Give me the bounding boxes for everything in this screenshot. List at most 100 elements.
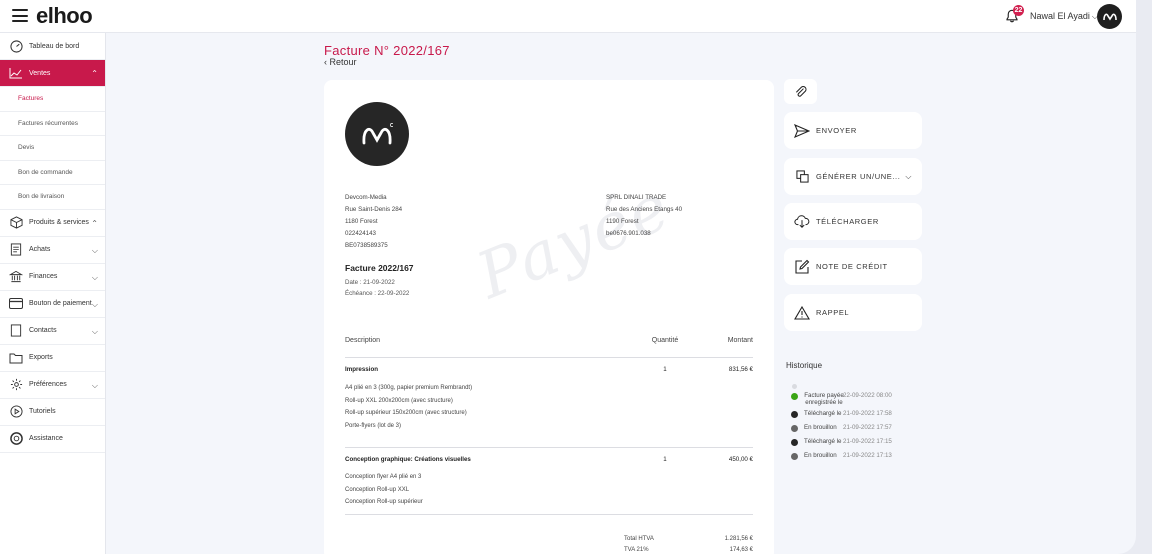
- chart-line-icon: [9, 66, 23, 80]
- app-logo[interactable]: elhoo: [36, 3, 93, 29]
- sidebar-item-contacts[interactable]: Contacts ⌵: [0, 318, 105, 345]
- sidebar-item-label: Finances: [29, 273, 58, 280]
- user-menu[interactable]: Nawal El Ayadi ⌵: [1030, 11, 1098, 22]
- sidebar-item-products[interactable]: Produits & services ⌃: [0, 210, 105, 237]
- generate-button[interactable]: GÉNÉRER UN/UNE... ⌵: [784, 158, 922, 195]
- line-detail: Roll-up XXL 200x200cm (avec structure): [345, 397, 453, 404]
- download-button[interactable]: TÉLÉCHARGER: [784, 203, 922, 240]
- column-description: Description: [345, 337, 381, 344]
- invoice-date: Date : 21-09-2022: [345, 279, 395, 286]
- invoice-due-date: Échéance : 22-09-2022: [345, 290, 410, 297]
- sidebar-item-preferences[interactable]: Préférences ⌵: [0, 372, 105, 399]
- status-dot: [791, 425, 798, 432]
- line-detail: Conception flyer A4 plié en 3: [345, 474, 422, 480]
- sidebar-item-tutorials[interactable]: Tutoriels: [0, 399, 105, 426]
- seller-street: Rue Saint-Denis 284: [345, 206, 403, 213]
- sidebar-subitem-delivery-notes[interactable]: Bon de livraison: [0, 185, 105, 210]
- chevron-down-icon: ⌵: [91, 326, 98, 336]
- sidebar-subitem-purchase-orders[interactable]: Bon de commande: [0, 161, 105, 185]
- generate-label: GÉNÉRER UN/UNE...: [816, 172, 901, 181]
- sidebar-item-payment-button[interactable]: Bouton de paiement ⌵: [0, 291, 105, 318]
- line-detail: Porte-flyers (lot de 3): [345, 422, 402, 429]
- brand-mark-icon: [362, 123, 393, 145]
- sidebar-item-sales[interactable]: Ventes ⌃: [0, 60, 105, 87]
- divider: [345, 514, 753, 515]
- page-title: Facture N° 2022/167: [324, 43, 450, 58]
- chevron-down-icon: ⌵: [91, 272, 98, 282]
- sidebar-item-assistance[interactable]: Assistance: [0, 426, 105, 453]
- sidebar-item-label: Préférences: [29, 381, 67, 388]
- status-dot: [791, 453, 798, 460]
- sidebar-item-exports[interactable]: Exports: [0, 345, 105, 372]
- divider: [345, 447, 753, 448]
- line-detail: A4 plié en 3 (300g, papier premium Rembr…: [345, 385, 473, 391]
- sidebar-item-label: Tutoriels: [29, 408, 56, 415]
- line-details: A4 plié en 3 (300g, papier premium Rembr…: [345, 382, 472, 432]
- column-amount: Montant: [727, 337, 753, 344]
- warning-icon: [794, 305, 810, 321]
- user-name: Nawal El Ayadi: [1030, 11, 1090, 21]
- sidebar-item-finances[interactable]: Finances ⌵: [0, 264, 105, 291]
- chevron-down-icon: ⌵: [91, 299, 98, 309]
- seller-name: Devcom-Media: [345, 194, 387, 201]
- sidebar-item-purchases[interactable]: Achats ⌵: [0, 237, 105, 264]
- sidebar-item-label: Contacts: [29, 327, 57, 334]
- back-label: Retour: [329, 57, 357, 67]
- credit-note-button[interactable]: NOTE DE CRÉDIT: [784, 248, 922, 285]
- buyer-street: Rue des Anciens Etangs 40: [606, 206, 683, 213]
- lifebuoy-icon: [9, 432, 23, 446]
- credit-note-label: NOTE DE CRÉDIT: [816, 262, 888, 271]
- menu-icon[interactable]: [12, 9, 28, 22]
- seller-address: Devcom-Media Rue Saint-Denis 284 1180 Fo…: [345, 192, 402, 252]
- history-datetime: 21-09-2022 17:13: [843, 452, 892, 459]
- notification-badge: 22: [1013, 5, 1024, 16]
- chevron-down-icon: ⌵: [905, 172, 912, 181]
- seller-phone: 022424143: [345, 230, 376, 237]
- gear-icon: [9, 378, 23, 392]
- sidebar-item-dashboard[interactable]: Tableau de bord: [0, 33, 105, 60]
- sidebar-subitem-invoices[interactable]: Factures: [0, 87, 105, 112]
- send-button[interactable]: ENVOYER: [784, 112, 922, 149]
- sidebar-item-label: Bouton de paiement: [29, 300, 92, 307]
- history-label: Facture payée enregistrée le: [804, 392, 844, 406]
- total-label: Total HTVA: [624, 536, 654, 542]
- sidebar-item-label: Produits & services: [29, 219, 89, 226]
- sidebar-item-label: Assistance: [29, 435, 63, 442]
- status-dot: [791, 439, 798, 446]
- send-icon: [794, 123, 810, 139]
- sidebar-subitem-quotes[interactable]: Devis: [0, 136, 105, 161]
- chevron-up-icon: ⌃: [91, 218, 98, 228]
- reminder-button[interactable]: RAPPEL: [784, 294, 922, 331]
- line-quantity: 1: [663, 456, 667, 463]
- line-detail: Conception Roll-up XXL: [345, 486, 410, 493]
- attachment-button[interactable]: [784, 79, 817, 104]
- box-icon: [9, 216, 23, 230]
- line-detail: Conception Roll-up supérieur: [345, 499, 423, 505]
- line-amount: 450,00 €: [728, 456, 753, 463]
- seller-vat: BE0738589375: [345, 242, 388, 249]
- folder-icon: [9, 351, 23, 365]
- avatar[interactable]: [1097, 4, 1122, 29]
- line-details: Conception flyer A4 plié en 3 Conception…: [345, 471, 423, 509]
- sidebar: Tableau de bord Ventes ⌃ Factures Factur…: [0, 33, 106, 554]
- download-label: TÉLÉCHARGER: [816, 217, 879, 226]
- sidebar-subitem-recurring-invoices[interactable]: Factures récurrentes: [0, 112, 105, 136]
- edit-icon: [794, 259, 810, 275]
- total-label: TVA 21%: [624, 547, 649, 553]
- gauge-icon: [9, 39, 23, 53]
- card-icon: [9, 297, 23, 311]
- status-dot: [791, 411, 798, 418]
- buyer-city: 1190 Forest: [606, 218, 639, 225]
- back-link[interactable]: ‹ Retour: [324, 57, 357, 67]
- invoice-title: Facture 2022/167: [345, 263, 414, 273]
- invoice-preview: Payée Devcom-Media Rue Saint-Denis 284 1…: [324, 80, 774, 554]
- history-datetime: 22-09-2022 08:00: [843, 392, 892, 399]
- sidebar-item-label: Tableau de bord: [29, 42, 80, 50]
- reminder-label: RAPPEL: [816, 308, 850, 317]
- contact-icon: [9, 324, 23, 338]
- bank-icon: [9, 270, 23, 284]
- cloud-download-icon: [794, 214, 810, 230]
- status-dot: [791, 393, 798, 400]
- chevron-up-icon: ⌃: [91, 69, 98, 78]
- play-icon: [9, 405, 23, 419]
